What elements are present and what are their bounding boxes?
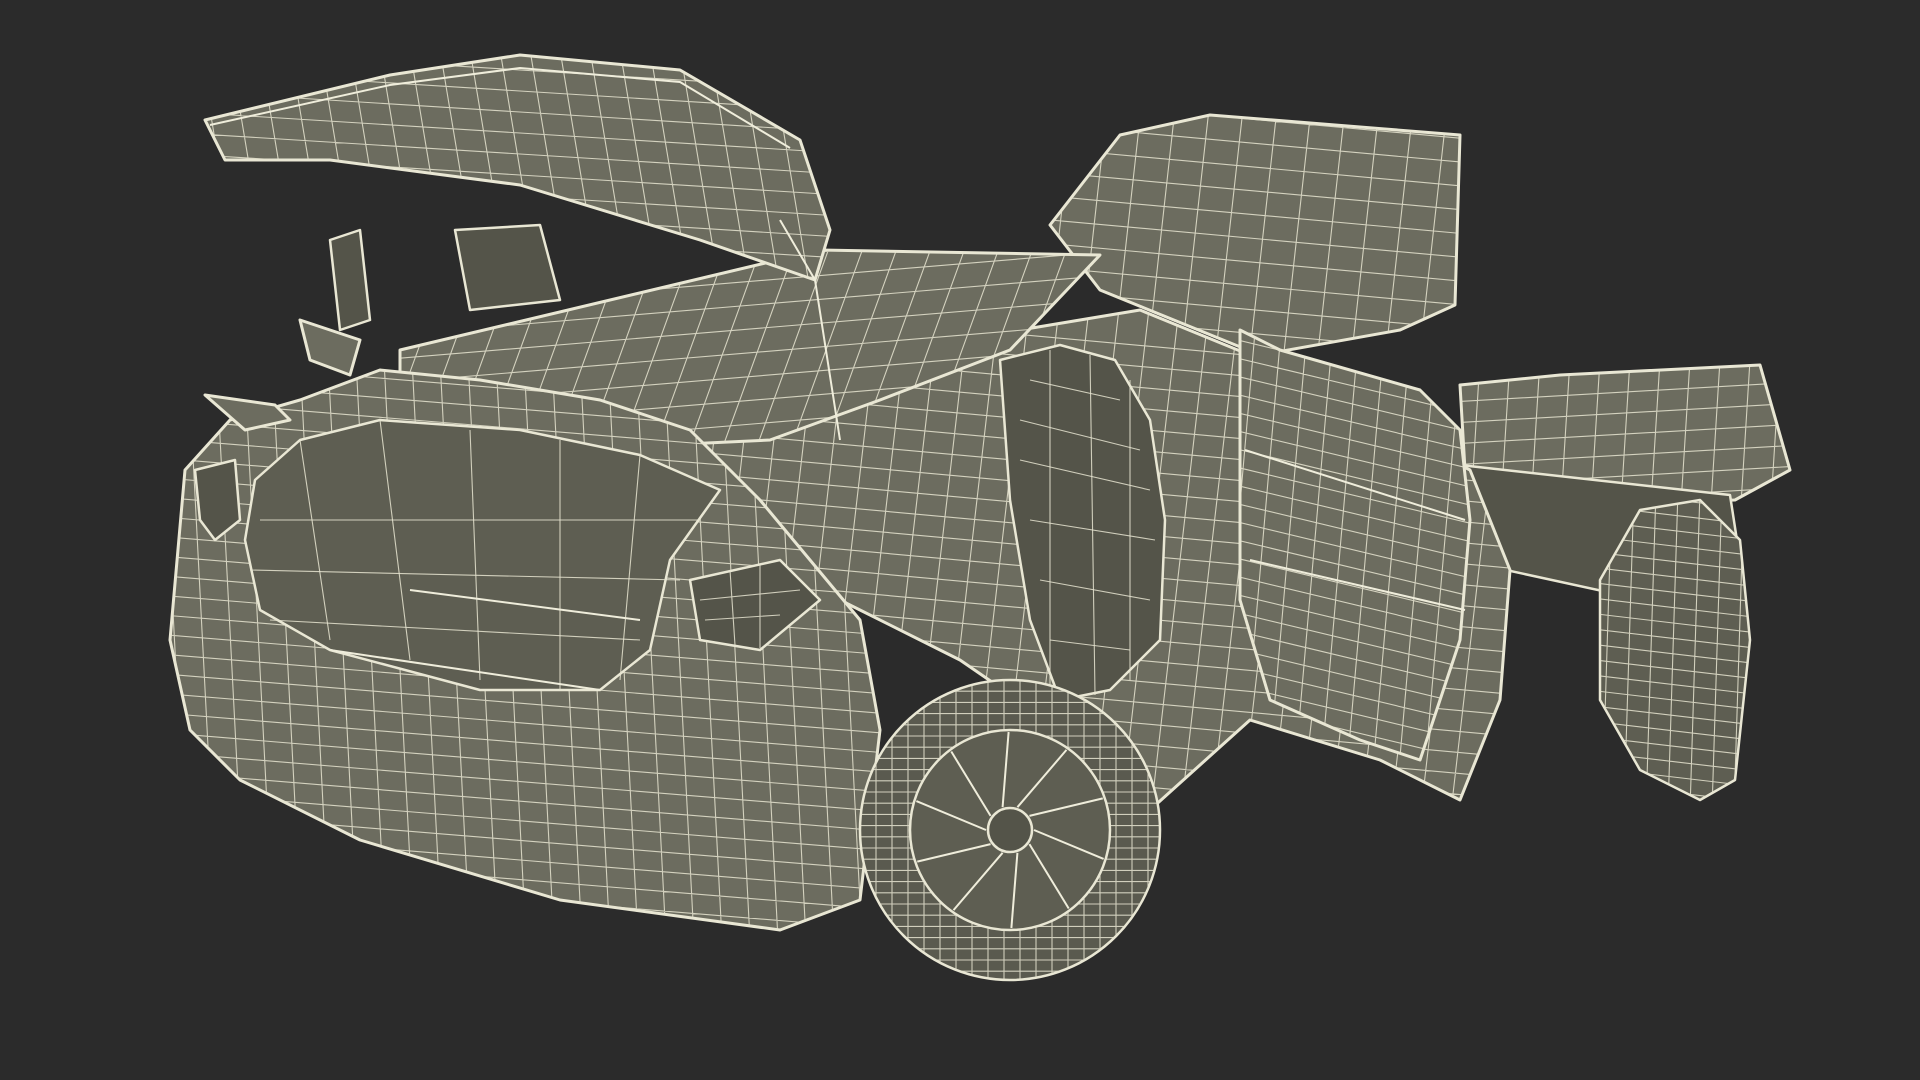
car-wireframe-render: [168, 53, 1792, 982]
render-viewport: [0, 0, 1920, 1080]
front-wheel: [858, 678, 1162, 982]
